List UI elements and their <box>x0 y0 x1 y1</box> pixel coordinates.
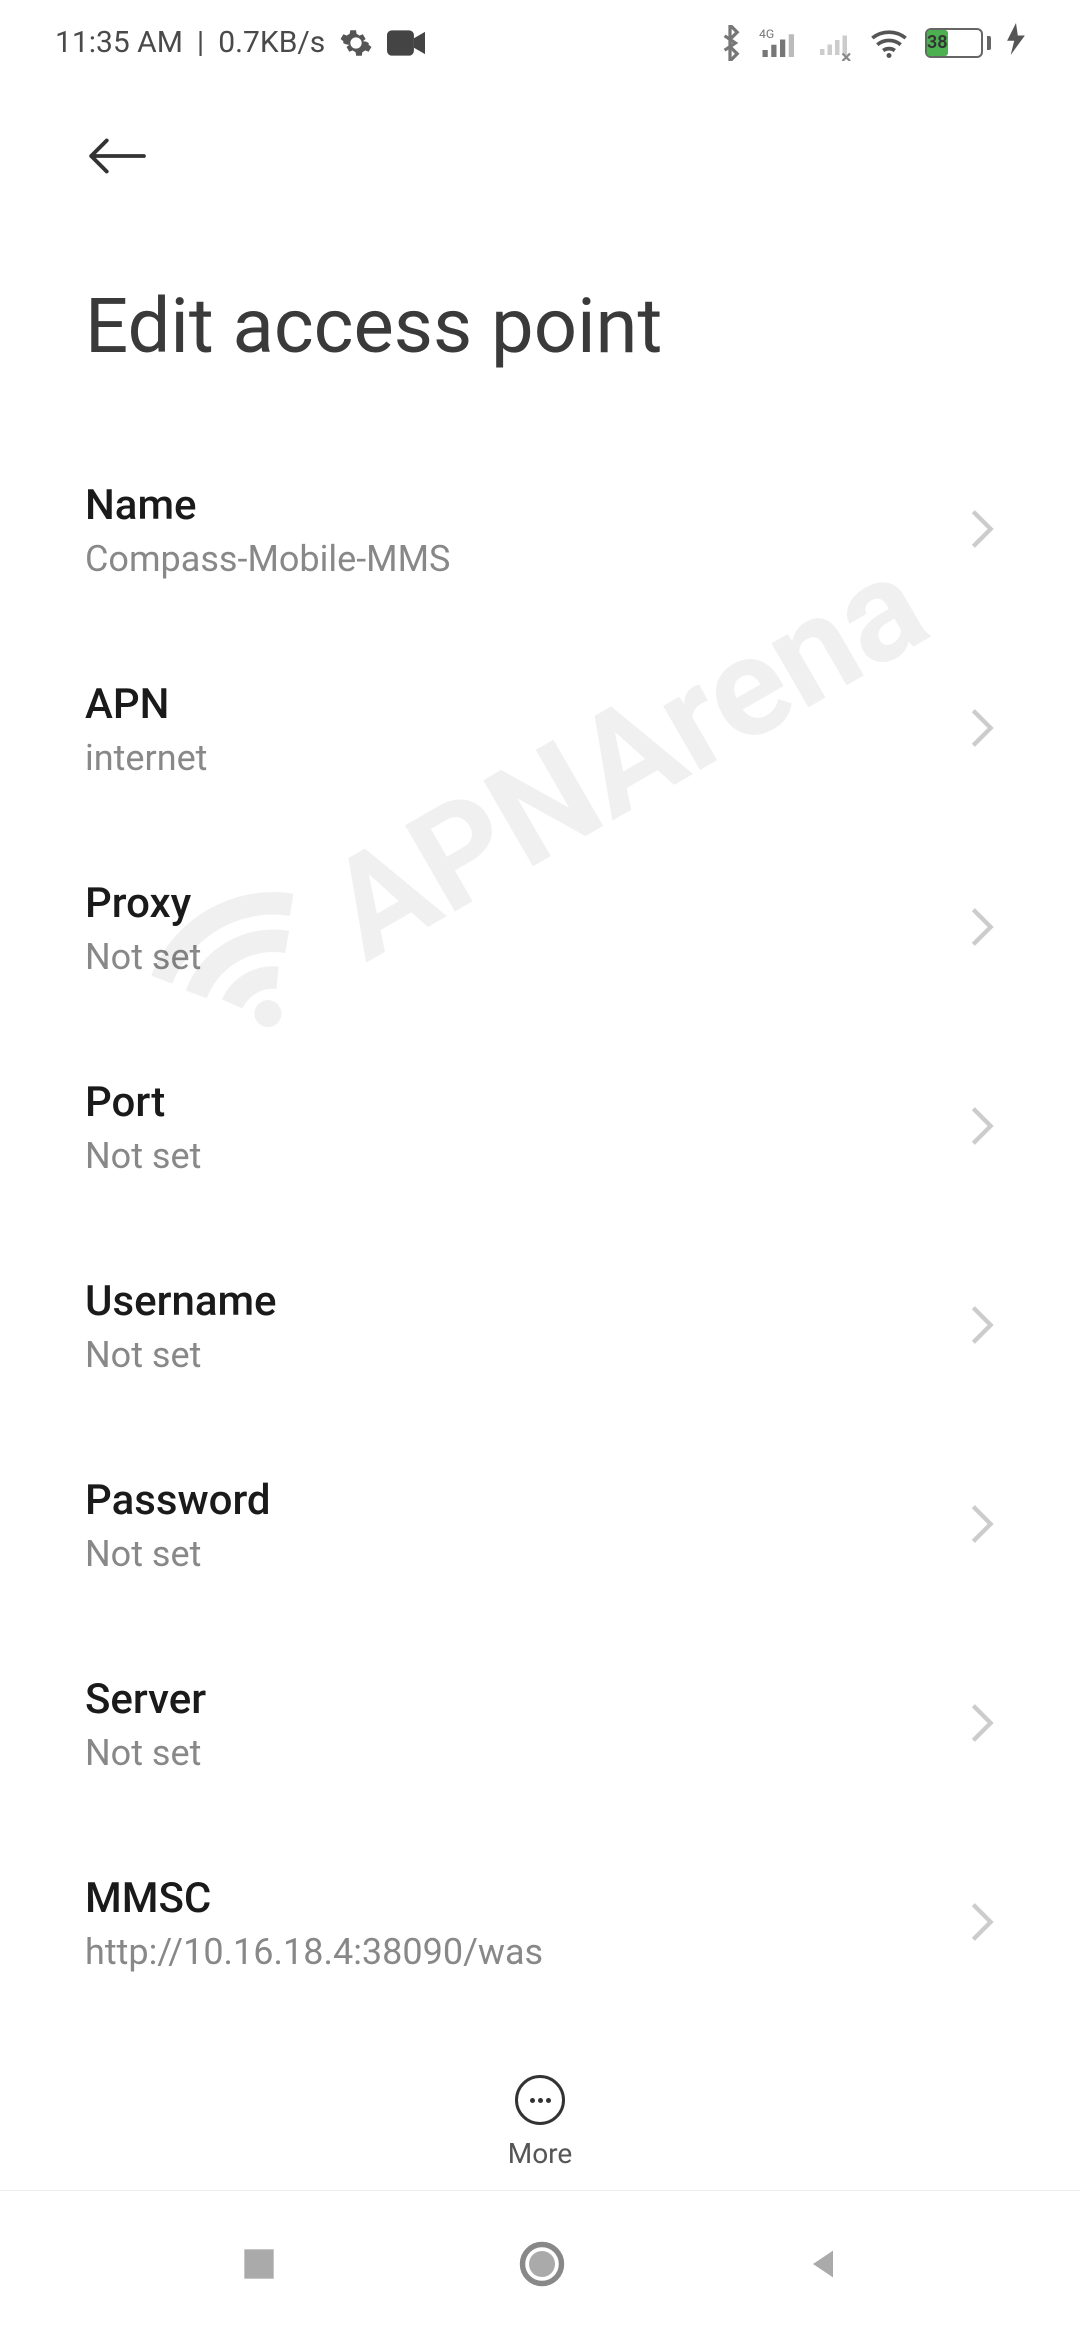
nav-back-button[interactable] <box>803 2242 843 2290</box>
chevron-right-icon <box>969 1502 995 1550</box>
setting-item-proxy[interactable]: Proxy Not set <box>85 829 995 1028</box>
more-label: More <box>508 2137 573 2170</box>
header-row <box>0 85 1080 231</box>
dot-icon <box>538 2098 543 2103</box>
chevron-right-icon <box>969 1104 995 1152</box>
setting-label: Username <box>85 1277 277 1326</box>
setting-value: internet <box>85 737 207 779</box>
svg-text:4G: 4G <box>759 26 774 40</box>
chevron-right-icon <box>969 1900 995 1948</box>
nav-recents-button[interactable] <box>237 2242 281 2290</box>
setting-value: http://10.16.18.4:38090/was <box>85 1931 543 1973</box>
status-divider: | <box>197 25 204 60</box>
setting-value: Not set <box>85 936 201 978</box>
chevron-right-icon <box>969 905 995 953</box>
setting-item-mmsc[interactable]: MMSC http://10.16.18.4:38090/was <box>85 1824 995 2023</box>
chevron-right-icon <box>969 1701 995 1749</box>
more-button[interactable] <box>515 2075 565 2125</box>
gear-icon <box>339 26 373 60</box>
setting-value: Compass-Mobile-MMS <box>85 538 450 580</box>
setting-value: Not set <box>85 1533 271 1575</box>
status-left: 11:35 AM | 0.7KB/s <box>55 25 425 60</box>
setting-label: MMSC <box>85 1874 543 1923</box>
back-button[interactable] <box>85 162 147 181</box>
setting-item-server[interactable]: Server Not set <box>85 1625 995 1824</box>
setting-label: Password <box>85 1476 271 1525</box>
setting-label: APN <box>85 680 207 729</box>
setting-item-username[interactable]: Username Not set <box>85 1227 995 1426</box>
status-data-rate: 0.7KB/s <box>218 25 325 60</box>
chevron-right-icon <box>969 706 995 754</box>
status-right: 4G 38 <box>717 23 1025 62</box>
signal-icon-4g: 4G <box>759 25 801 61</box>
nav-home-button[interactable] <box>516 2238 568 2294</box>
setting-value: Not set <box>85 1732 206 1774</box>
battery-percent: 38 <box>927 30 948 56</box>
setting-item-password[interactable]: Password Not set <box>85 1426 995 1625</box>
setting-label: Name <box>85 481 450 530</box>
chevron-right-icon <box>969 507 995 555</box>
status-bar: 11:35 AM | 0.7KB/s 4G 38 <box>0 0 1080 85</box>
status-time: 11:35 AM <box>55 25 183 60</box>
chevron-right-icon <box>969 1303 995 1351</box>
setting-item-name[interactable]: Name Compass-Mobile-MMS <box>85 431 995 630</box>
settings-scroll[interactable]: Name Compass-Mobile-MMS APN internet Pro… <box>0 431 1080 2281</box>
charging-icon <box>1007 23 1025 62</box>
setting-value: Not set <box>85 1334 277 1376</box>
setting-label: Server <box>85 1675 206 1724</box>
bottom-action-bar: More <box>0 2035 1080 2170</box>
camera-icon <box>387 29 425 57</box>
signal-icon-no-sim <box>817 25 853 61</box>
setting-value: Not set <box>85 1135 201 1177</box>
dot-icon <box>530 2098 535 2103</box>
page-title: Edit access point <box>0 231 1080 431</box>
setting-item-apn[interactable]: APN internet <box>85 630 995 829</box>
battery-indicator: 38 <box>925 28 991 58</box>
wifi-icon <box>869 27 909 59</box>
setting-item-port[interactable]: Port Not set <box>85 1028 995 1227</box>
setting-label: Proxy <box>85 879 201 928</box>
bluetooth-icon <box>717 25 743 61</box>
dot-icon <box>546 2098 551 2103</box>
setting-label: Port <box>85 1078 201 1127</box>
navigation-bar <box>0 2190 1080 2340</box>
settings-list: Name Compass-Mobile-MMS APN internet Pro… <box>0 431 1080 2222</box>
